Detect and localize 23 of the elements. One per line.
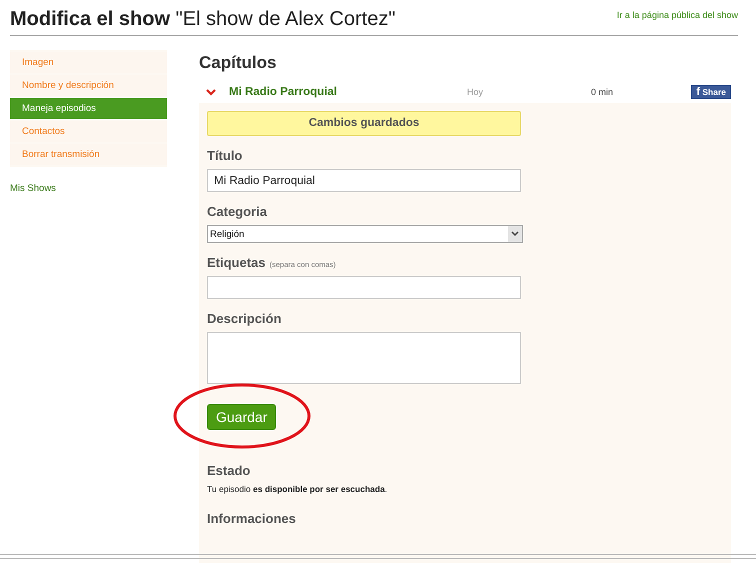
episode-date: Hoy [467, 87, 484, 97]
field-label: Título [207, 148, 242, 163]
episode-title[interactable]: Mi Radio Parroquial [229, 86, 467, 98]
save-button[interactable]: Guardar [207, 404, 276, 430]
status-heading: Estado [207, 463, 252, 478]
public-page-link[interactable]: Ir a la página pública del show [616, 10, 738, 20]
field-label: Descripción [207, 311, 282, 326]
page-title: Modifica el show "El show de Alex Cortez" [10, 7, 396, 31]
field-label: Categoria [207, 204, 267, 219]
category-dropdown[interactable]: Religión [207, 225, 523, 243]
field-label: Etiquetas [207, 255, 266, 270]
status-text: Tu episodio es disponible por ser escuchada. [207, 484, 388, 494]
share-button[interactable]: f Share [691, 85, 731, 99]
description-field[interactable] [207, 332, 521, 384]
text-field[interactable]: Mi Radio Parroquial [207, 169, 521, 192]
sidebar-item[interactable]: Maneja episodios [10, 98, 167, 119]
my-shows-link[interactable]: Mis Shows [10, 183, 167, 194]
info-heading: Informaciones [207, 511, 297, 526]
section-heading: Capítulos [199, 53, 278, 73]
saved-notice: Cambios guardados [207, 111, 521, 136]
chevron-icon[interactable] [206, 88, 216, 96]
text-field[interactable] [207, 276, 521, 299]
episode-duration: 0 min [591, 87, 614, 97]
